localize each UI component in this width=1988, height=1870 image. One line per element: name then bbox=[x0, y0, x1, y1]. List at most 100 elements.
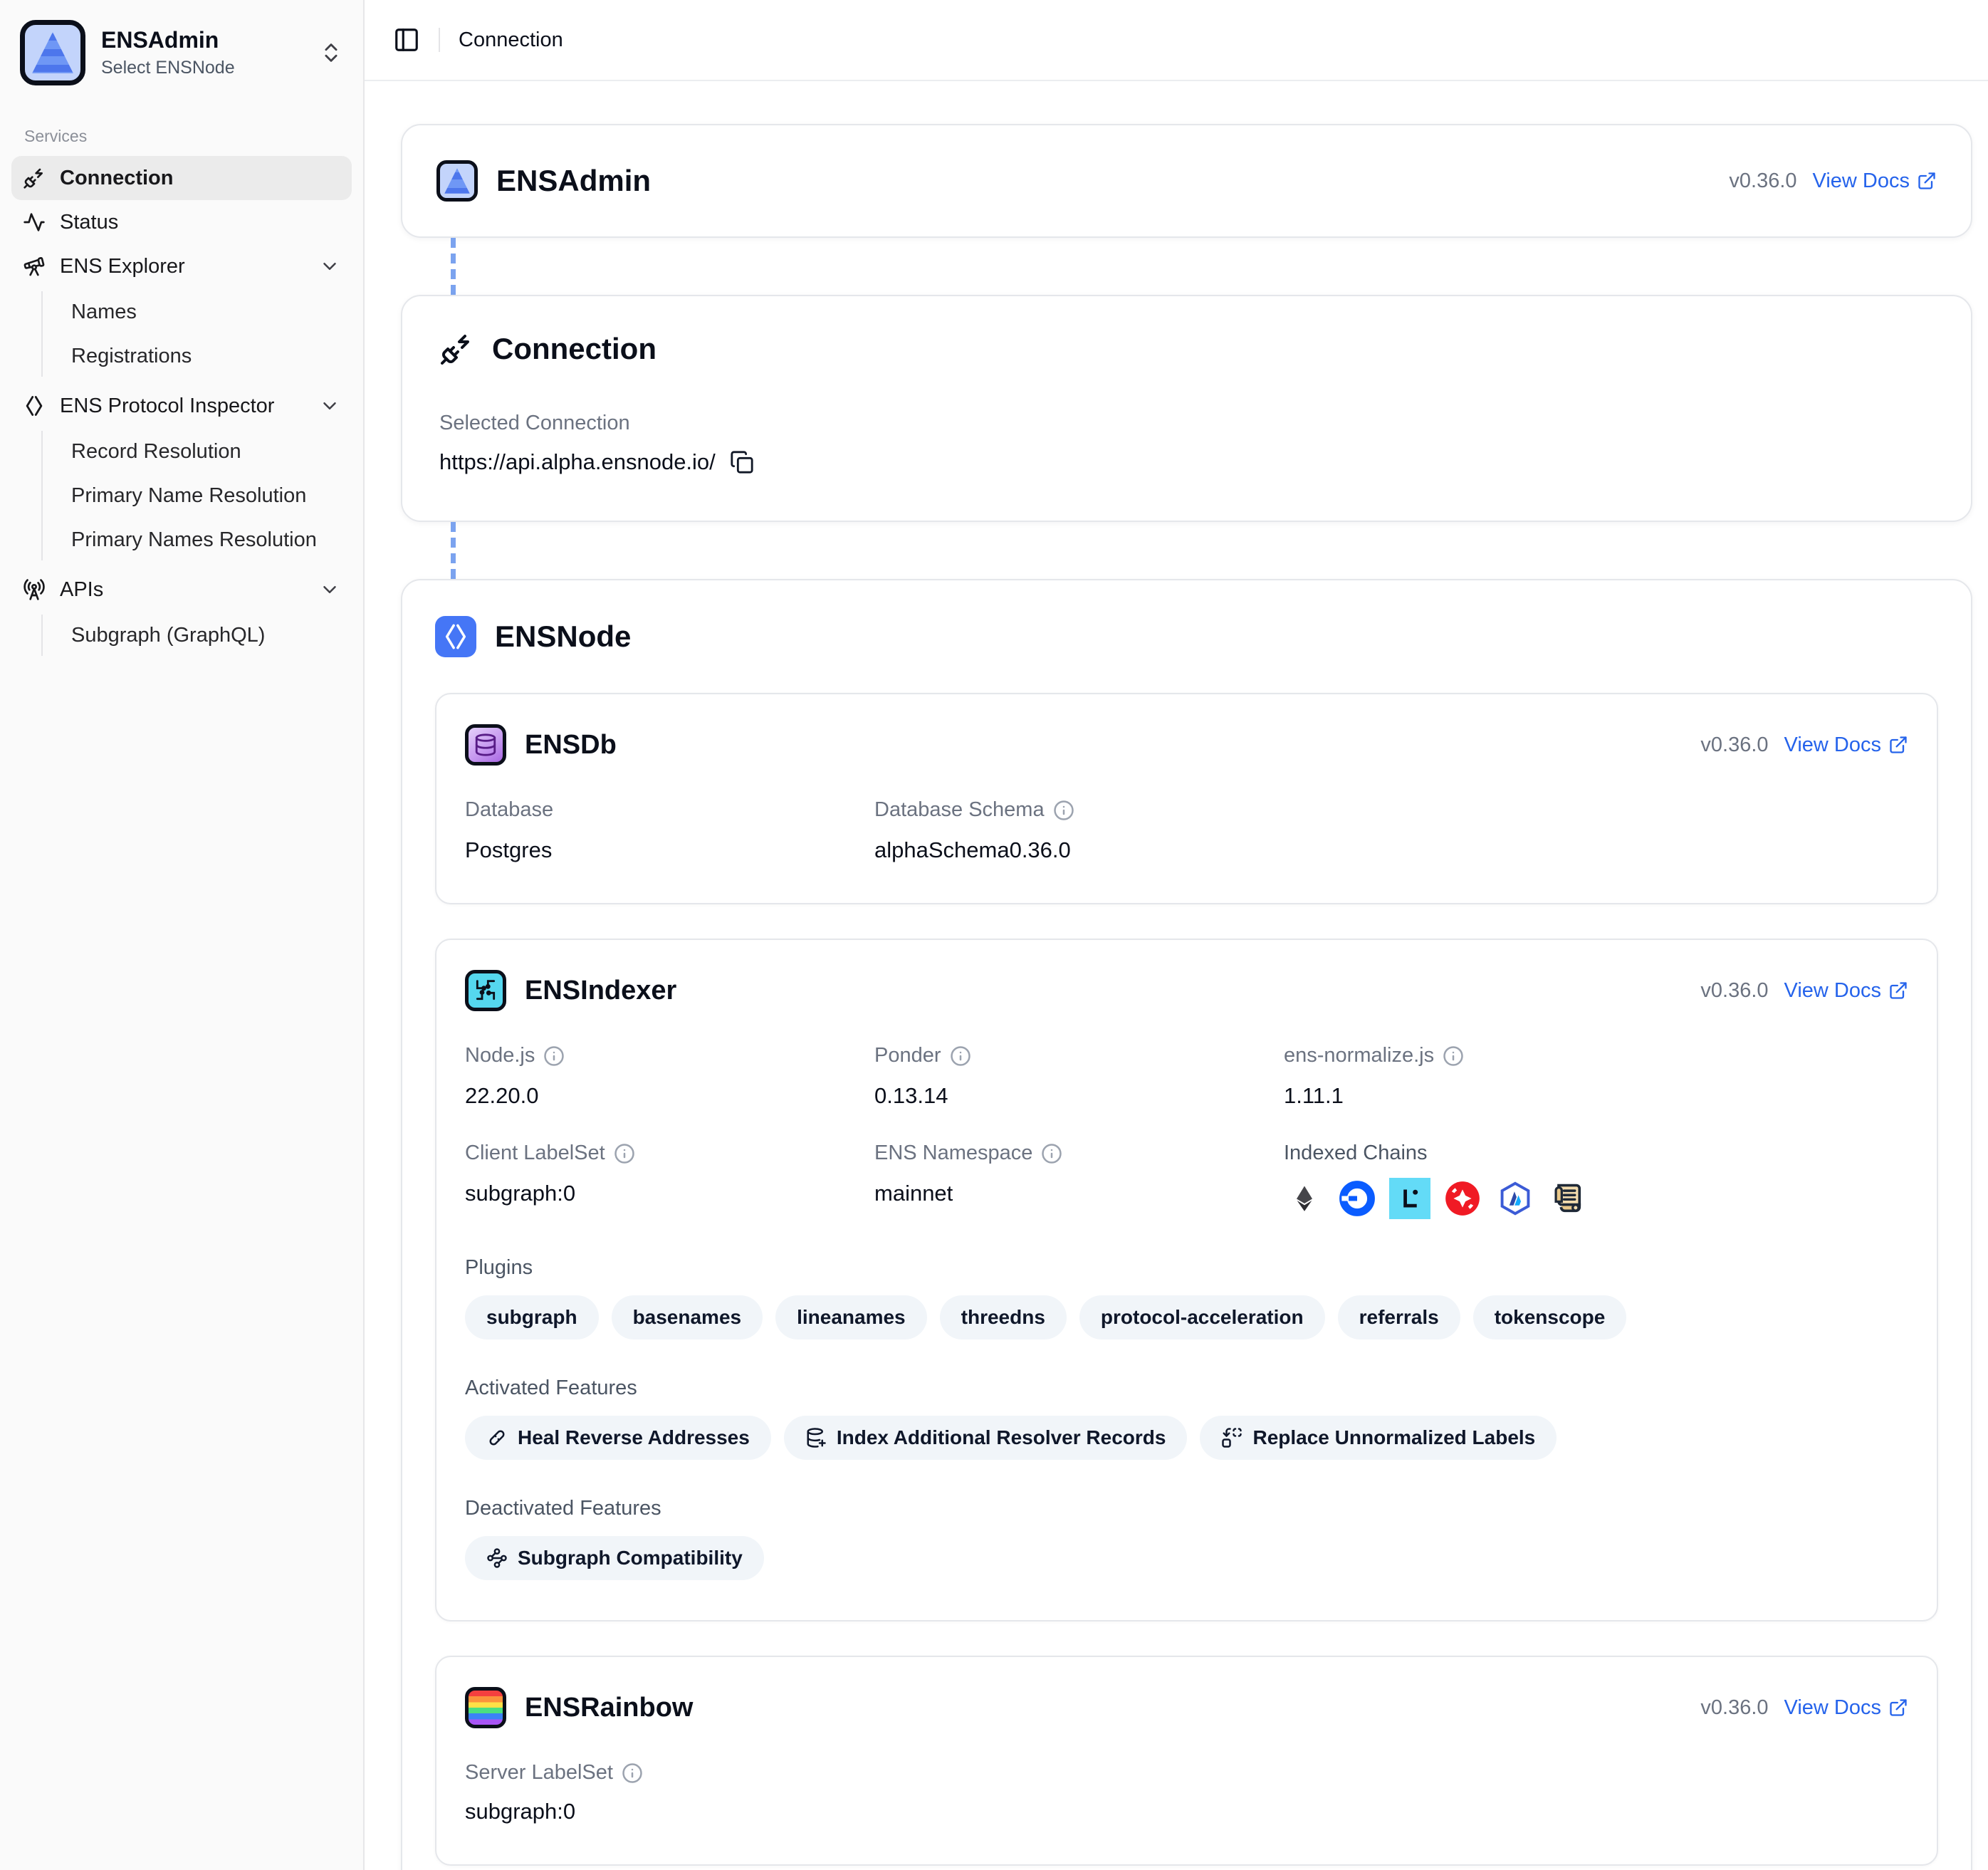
view-docs-link[interactable]: View Docs bbox=[1784, 733, 1908, 757]
ensnode-card: ENSNode ENSDb v0.36.0 View Docs D bbox=[401, 579, 1972, 1870]
version-label: v0.36.0 bbox=[1700, 1696, 1768, 1720]
plugins-section: Plugins subgraph basenames lineanames th… bbox=[465, 1256, 1908, 1339]
sidebar-item-record-resolution[interactable]: Record Resolution bbox=[61, 431, 352, 472]
ensrainbow-title: ENSRainbow bbox=[525, 1693, 693, 1723]
copy-icon[interactable] bbox=[730, 450, 754, 474]
external-link-icon bbox=[1917, 171, 1937, 191]
field-label: Database Schema bbox=[874, 798, 1045, 822]
sidebar-item-ens-protocol-inspector[interactable]: ENS Protocol Inspector bbox=[11, 384, 352, 428]
activated-features-section: Activated Features Heal Reverse Addresse… bbox=[465, 1377, 1908, 1460]
apis-children: Subgraph (GraphQL) bbox=[41, 615, 352, 656]
sidebar-item-status[interactable]: Status bbox=[11, 200, 352, 244]
ensnode-card-title: ENSNode bbox=[495, 620, 631, 654]
view-docs-label: View Docs bbox=[1813, 169, 1910, 193]
arbitrum-chain-icon bbox=[1495, 1178, 1536, 1219]
field-nodejs: Node.js 22.20.0 bbox=[465, 1044, 874, 1109]
view-docs-link[interactable]: View Docs bbox=[1813, 169, 1937, 193]
field-label: ENS Namespace bbox=[874, 1142, 1032, 1165]
sidebar-item-label: Primary Name Resolution bbox=[71, 484, 306, 508]
plugin-badge: referrals bbox=[1338, 1295, 1460, 1339]
replace-icon bbox=[1221, 1427, 1242, 1448]
sidebar-item-label: Registrations bbox=[71, 345, 192, 368]
sidebar-item-apis[interactable]: APIs bbox=[11, 568, 352, 612]
sidebar-item-label: Record Resolution bbox=[71, 440, 241, 464]
sidebar-item-label: Names bbox=[71, 301, 137, 324]
field-label: Ponder bbox=[874, 1044, 941, 1067]
scroll-chain-icon bbox=[1547, 1178, 1589, 1219]
sidebar-item-primary-names-resolution[interactable]: Primary Names Resolution bbox=[61, 519, 352, 560]
sidebar-item-label: ENS Protocol Inspector bbox=[60, 395, 274, 418]
field-value: 22.20.0 bbox=[465, 1083, 874, 1109]
info-icon[interactable] bbox=[1443, 1045, 1464, 1067]
app-name: ENSAdmin bbox=[101, 27, 303, 53]
info-icon[interactable] bbox=[543, 1045, 565, 1067]
plug-zap-icon bbox=[439, 332, 474, 366]
version-label: v0.36.0 bbox=[1700, 979, 1768, 1003]
version-label: v0.36.0 bbox=[1700, 733, 1768, 757]
chevron-down-icon bbox=[319, 579, 340, 600]
view-docs-link[interactable]: View Docs bbox=[1784, 979, 1908, 1003]
waypoints-icon bbox=[486, 1547, 508, 1569]
deactivated-features-section: Deactivated Features Subgraph Compatibil… bbox=[465, 1497, 1908, 1580]
ensadmin-card-title: ENSAdmin bbox=[496, 164, 651, 198]
activated-features-label: Activated Features bbox=[465, 1377, 637, 1400]
info-icon[interactable] bbox=[1053, 800, 1074, 821]
sidebar-item-subgraph-graphql[interactable]: Subgraph (GraphQL) bbox=[61, 615, 352, 656]
ens-explorer-children: Names Registrations bbox=[41, 291, 352, 377]
field-label: Client LabelSet bbox=[465, 1142, 605, 1165]
card-connector bbox=[451, 238, 456, 295]
feature-label: Subgraph Compatibility bbox=[518, 1547, 743, 1569]
ensindexer-logo bbox=[465, 970, 506, 1011]
view-docs-label: View Docs bbox=[1784, 733, 1881, 757]
ensadmin-card: ENSAdmin v0.36.0 View Docs bbox=[401, 124, 1972, 238]
field-database-schema: Database Schema alphaSchema0.36.0 bbox=[874, 798, 1908, 863]
field-value: 1.11.1 bbox=[1284, 1083, 1908, 1109]
feature-badge-index-additional-resolver-records: Index Additional Resolver Records bbox=[784, 1416, 1188, 1460]
sidebar-item-label: Subgraph (GraphQL) bbox=[71, 624, 265, 647]
feature-label: Replace Unnormalized Labels bbox=[1252, 1426, 1535, 1449]
sidebar-item-label: APIs bbox=[60, 578, 103, 602]
sidebar-item-registrations[interactable]: Registrations bbox=[61, 335, 352, 377]
field-client-labelset: Client LabelSet subgraph:0 bbox=[465, 1142, 874, 1219]
plugin-badge: tokenscope bbox=[1473, 1295, 1627, 1339]
panel-left-toggle-icon[interactable] bbox=[393, 26, 420, 53]
indexed-chains-label: Indexed Chains bbox=[1284, 1142, 1428, 1165]
field-value: mainnet bbox=[874, 1181, 1284, 1206]
connection-url: https://api.alpha.ensnode.io/ bbox=[439, 449, 716, 475]
view-docs-label: View Docs bbox=[1784, 1696, 1881, 1720]
selected-connection-label: Selected Connection bbox=[439, 412, 630, 435]
field-value: subgraph:0 bbox=[465, 1799, 1908, 1824]
view-docs-link[interactable]: View Docs bbox=[1784, 1696, 1908, 1720]
app-titles: ENSAdmin Select ENSNode bbox=[101, 27, 303, 78]
ensdb-logo bbox=[465, 724, 506, 766]
feature-badge-heal-reverse-addresses: Heal Reverse Addresses bbox=[465, 1416, 771, 1460]
plugin-badge: protocol-acceleration bbox=[1079, 1295, 1325, 1339]
field-ens-namespace: ENS Namespace mainnet bbox=[874, 1142, 1284, 1219]
ensdb-title: ENSDb bbox=[525, 730, 617, 761]
sidebar-item-primary-name-resolution[interactable]: Primary Name Resolution bbox=[61, 475, 352, 516]
info-icon[interactable] bbox=[1041, 1143, 1062, 1164]
ensnode-selector[interactable]: ENSAdmin Select ENSNode bbox=[11, 13, 352, 93]
card-connector bbox=[451, 522, 456, 579]
field-label: Server LabelSet bbox=[465, 1761, 613, 1785]
external-link-icon bbox=[1888, 1698, 1908, 1718]
plug-zap-icon bbox=[23, 167, 46, 189]
ensindexer-title: ENSIndexer bbox=[525, 976, 676, 1006]
sidebar-item-ens-explorer[interactable]: ENS Explorer bbox=[11, 244, 352, 288]
ensadmin-app: ENSAdmin Select ENSNode Services Connect… bbox=[0, 0, 1988, 1870]
sidebar: ENSAdmin Select ENSNode Services Connect… bbox=[0, 0, 365, 1870]
linea-chain-icon bbox=[1389, 1178, 1430, 1219]
sidebar-item-connection[interactable]: Connection bbox=[11, 156, 352, 200]
ensrainbow-card: ENSRainbow v0.36.0 View Docs Server Labe… bbox=[435, 1656, 1938, 1866]
sidebar-item-label: Primary Names Resolution bbox=[71, 528, 317, 552]
ensdb-card: ENSDb v0.36.0 View Docs Database Postgre… bbox=[435, 693, 1938, 904]
database-plus-icon bbox=[805, 1427, 827, 1448]
plugins-label: Plugins bbox=[465, 1256, 533, 1280]
info-icon[interactable] bbox=[622, 1762, 643, 1784]
info-icon[interactable] bbox=[950, 1045, 971, 1067]
info-icon[interactable] bbox=[614, 1143, 635, 1164]
field-value: alphaSchema0.36.0 bbox=[874, 837, 1908, 863]
sidebar-item-names[interactable]: Names bbox=[61, 291, 352, 333]
version-label: v0.36.0 bbox=[1729, 169, 1796, 193]
radio-tower-icon bbox=[23, 578, 46, 601]
